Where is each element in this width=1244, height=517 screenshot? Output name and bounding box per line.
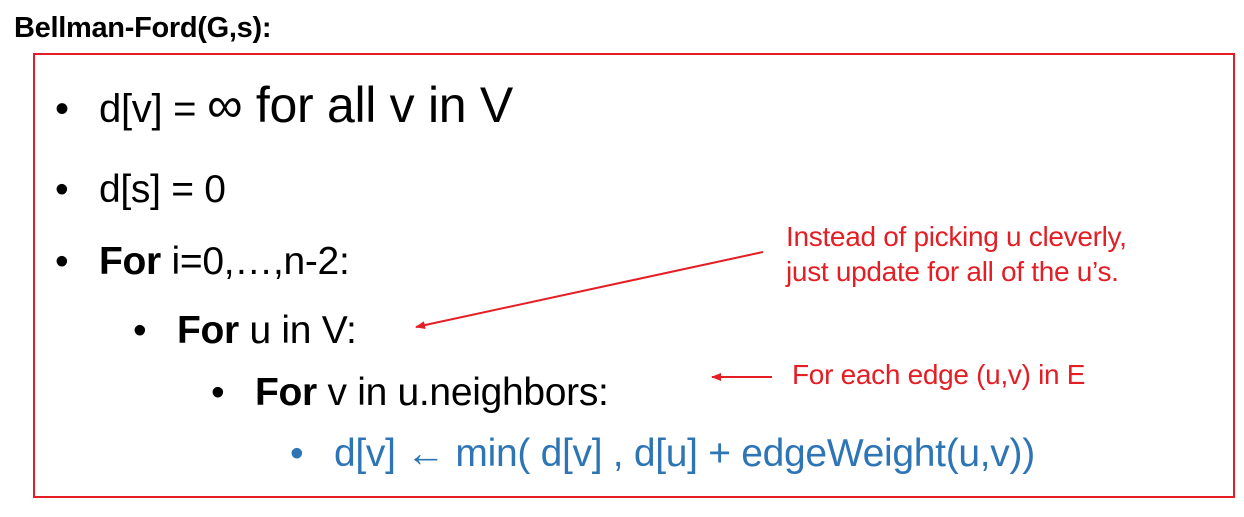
arrow-to-vertex-loop <box>415 251 764 330</box>
annotation-arrows <box>415 251 772 381</box>
